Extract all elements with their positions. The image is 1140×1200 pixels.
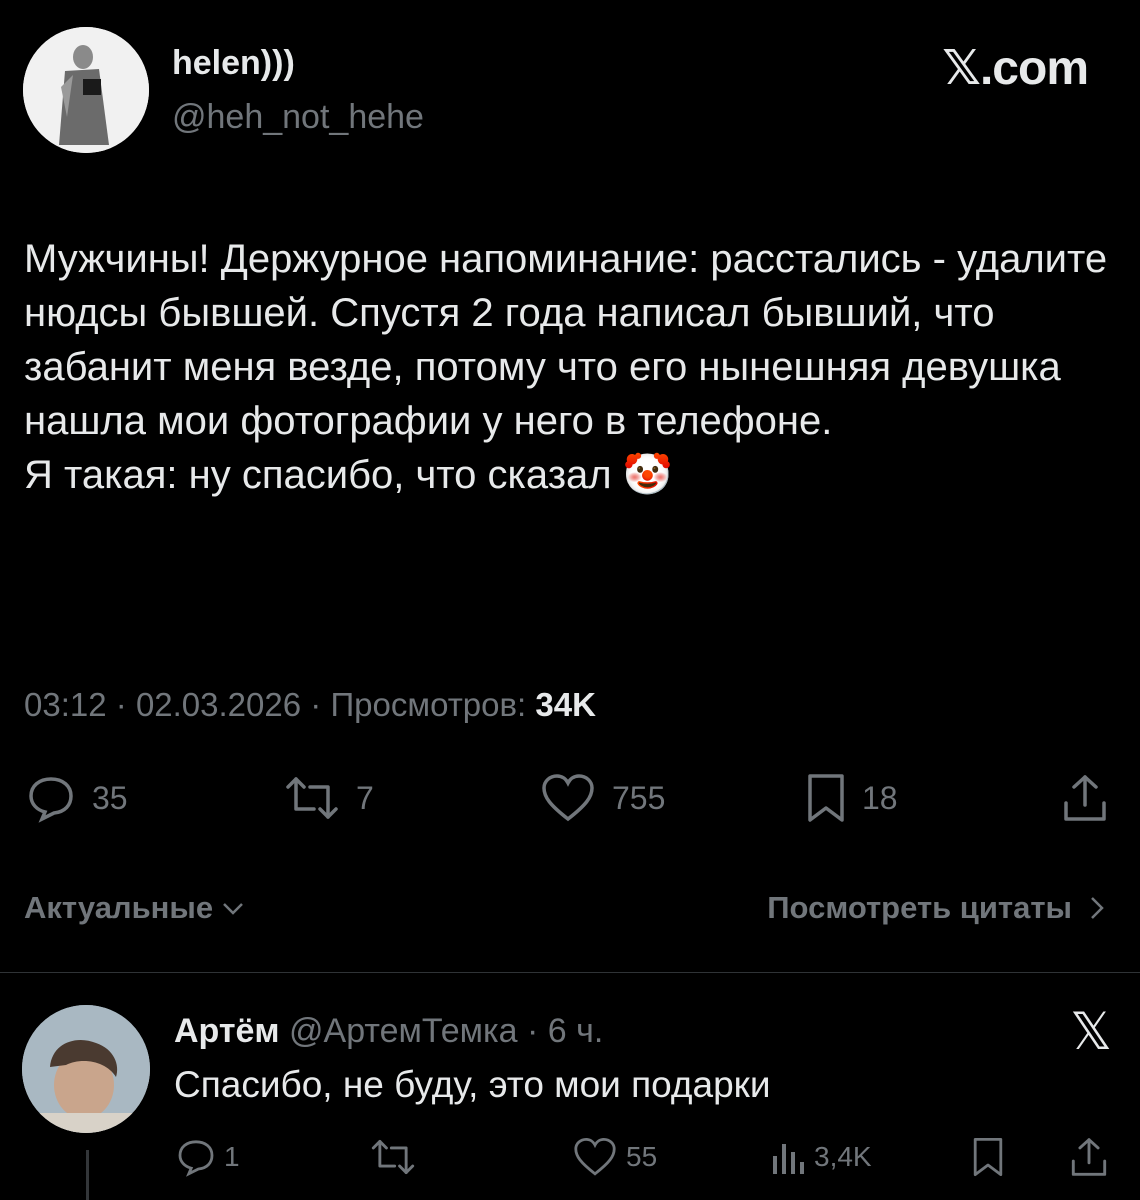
author-name[interactable]: helen))) bbox=[172, 44, 295, 83]
author-avatar[interactable] bbox=[23, 27, 149, 153]
reply-author-handle[interactable]: @АртемТемка bbox=[289, 1012, 518, 1050]
reply-bookmark-button[interactable] bbox=[972, 1132, 1004, 1182]
view-quotes-label: Посмотреть цитаты bbox=[767, 890, 1072, 925]
like-count: 755 bbox=[612, 779, 666, 816]
repost-count: 7 bbox=[356, 779, 374, 816]
sort-label: Актуальные bbox=[24, 890, 214, 925]
x-logo: 𝕏 bbox=[1070, 1003, 1112, 1061]
share-icon bbox=[1064, 775, 1106, 821]
views-count: 34K bbox=[535, 686, 596, 723]
views-label: Просмотров: bbox=[330, 686, 527, 723]
tweet-meta: 03:12 · 02.03.2026 · Просмотров: 34K bbox=[24, 686, 596, 724]
reply-views-button[interactable]: 3,4K bbox=[770, 1132, 872, 1182]
view-quotes-link[interactable]: Посмотреть цитаты bbox=[767, 890, 1108, 926]
reply-text: Спасибо, не буду, это мои подарки bbox=[174, 1064, 771, 1105]
reply-reply-count: 1 bbox=[224, 1141, 240, 1172]
meta-separator: · bbox=[527, 1012, 548, 1050]
reply-author-avatar[interactable] bbox=[22, 1005, 150, 1133]
heart-icon bbox=[574, 1137, 616, 1176]
reply-like-count: 55 bbox=[626, 1141, 658, 1172]
chevron-right-icon bbox=[1091, 897, 1104, 919]
reply-reply-button[interactable]: 1 bbox=[176, 1132, 240, 1182]
share-button[interactable] bbox=[1062, 770, 1108, 826]
x-logo: 𝕏.com bbox=[942, 42, 1089, 95]
reply-share-button[interactable] bbox=[1070, 1132, 1108, 1182]
repost-button[interactable]: 7 bbox=[284, 770, 374, 826]
reply-count: 35 bbox=[92, 779, 128, 816]
reply-like-button[interactable]: 55 bbox=[572, 1132, 657, 1182]
reply-icon bbox=[29, 777, 73, 823]
tweet-time: 03:12 bbox=[24, 686, 107, 723]
like-button[interactable]: 755 bbox=[540, 770, 665, 826]
reply-icon bbox=[178, 1140, 214, 1177]
thread-line bbox=[86, 1150, 89, 1200]
chevron-down-icon bbox=[223, 903, 244, 915]
analytics-icon bbox=[773, 1144, 804, 1174]
reply-header: Артём @АртемТемка · 6 ч. bbox=[174, 1012, 603, 1051]
repost-icon bbox=[371, 1139, 415, 1175]
repost-icon bbox=[286, 777, 338, 819]
meta-separator: · bbox=[310, 686, 331, 723]
reply-views-count: 3,4K bbox=[814, 1141, 872, 1172]
bookmark-button[interactable]: 18 bbox=[806, 770, 898, 826]
meta-separator: · bbox=[115, 686, 136, 723]
heart-icon bbox=[542, 774, 594, 822]
author-handle[interactable]: @heh_not_hehe bbox=[172, 98, 424, 137]
bookmark-icon bbox=[973, 1138, 1003, 1177]
reply-author-name[interactable]: Артём bbox=[174, 1012, 280, 1050]
sort-dropdown[interactable]: Актуальные bbox=[24, 890, 247, 926]
share-icon bbox=[1071, 1138, 1107, 1176]
section-divider bbox=[0, 972, 1140, 973]
reply-age: 6 ч. bbox=[547, 1012, 604, 1050]
reply-button[interactable]: 35 bbox=[26, 770, 128, 826]
reply-repost-button[interactable] bbox=[370, 1132, 416, 1182]
bookmark-icon bbox=[808, 774, 844, 822]
tweet-text: Мужчины! Держурное напоминание: расстали… bbox=[24, 237, 1108, 497]
tweet-date: 02.03.2026 bbox=[135, 686, 302, 723]
bookmark-count: 18 bbox=[862, 779, 898, 816]
